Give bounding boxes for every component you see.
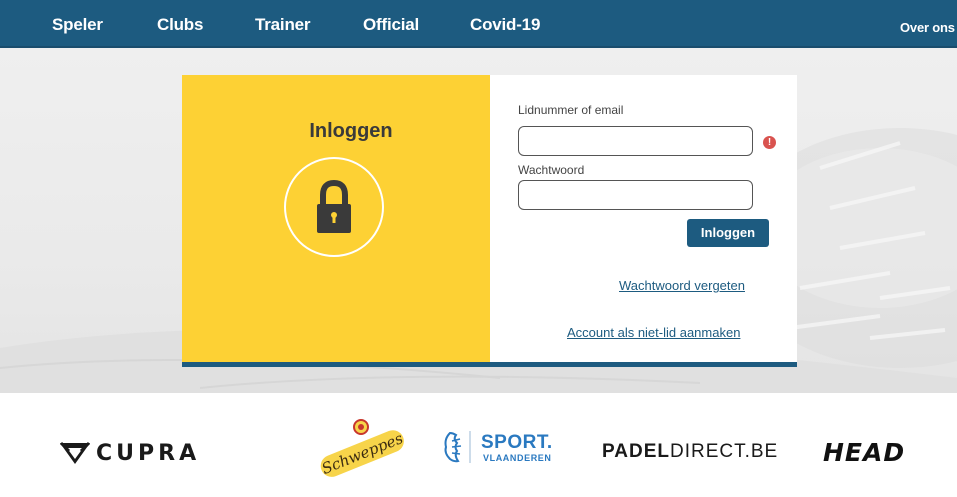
svg-text:Schweppes: Schweppes [319, 429, 406, 478]
nav-item-over-ons[interactable]: Over ons [900, 20, 955, 35]
login-button[interactable]: Inloggen [687, 219, 769, 247]
nav-item-speler[interactable]: Speler [52, 15, 103, 35]
schweppes-logo: Schweppes [319, 419, 406, 478]
page: Speler Clubs Trainer Official Covid-19 O… [0, 0, 957, 497]
forgot-password-link[interactable]: Wachtwoord vergeten [619, 278, 745, 293]
sport-vlaanderen-lion-icon [444, 431, 471, 463]
cupra-logo-icon [59, 441, 91, 464]
error-icon: ! [763, 136, 776, 149]
sport-vlaanderen-title: SPORT. [481, 432, 553, 453]
sport-vlaanderen-subtitle: VLAANDEREN [483, 453, 552, 463]
nav-item-trainer[interactable]: Trainer [255, 15, 310, 35]
card-bottom-bar [182, 362, 797, 367]
nav-item-clubs[interactable]: Clubs [157, 15, 203, 35]
nav-item-covid[interactable]: Covid-19 [470, 15, 540, 35]
head-logo: HEAD [823, 438, 906, 467]
login-title: Inloggen [309, 120, 393, 142]
top-navigation: Speler Clubs Trainer Official Covid-19 O… [0, 0, 957, 48]
password-label: Wachtwoord [518, 163, 585, 177]
nav-item-official[interactable]: Official [363, 15, 419, 35]
lock-icon [317, 179, 351, 233]
username-label: Lidnummer of email [518, 103, 624, 117]
create-account-link[interactable]: Account als niet-lid aanmaken [567, 325, 740, 340]
cupra-logo: CUPRA [96, 441, 201, 466]
lock-circle [284, 157, 384, 257]
username-input[interactable] [518, 126, 753, 156]
password-input[interactable] [518, 180, 753, 210]
padeldirect-logo: PADELDIRECT.BE [602, 441, 778, 463]
padeldirect-bold: PADEL [602, 441, 670, 462]
padeldirect-light: DIRECT.BE [669, 441, 779, 462]
